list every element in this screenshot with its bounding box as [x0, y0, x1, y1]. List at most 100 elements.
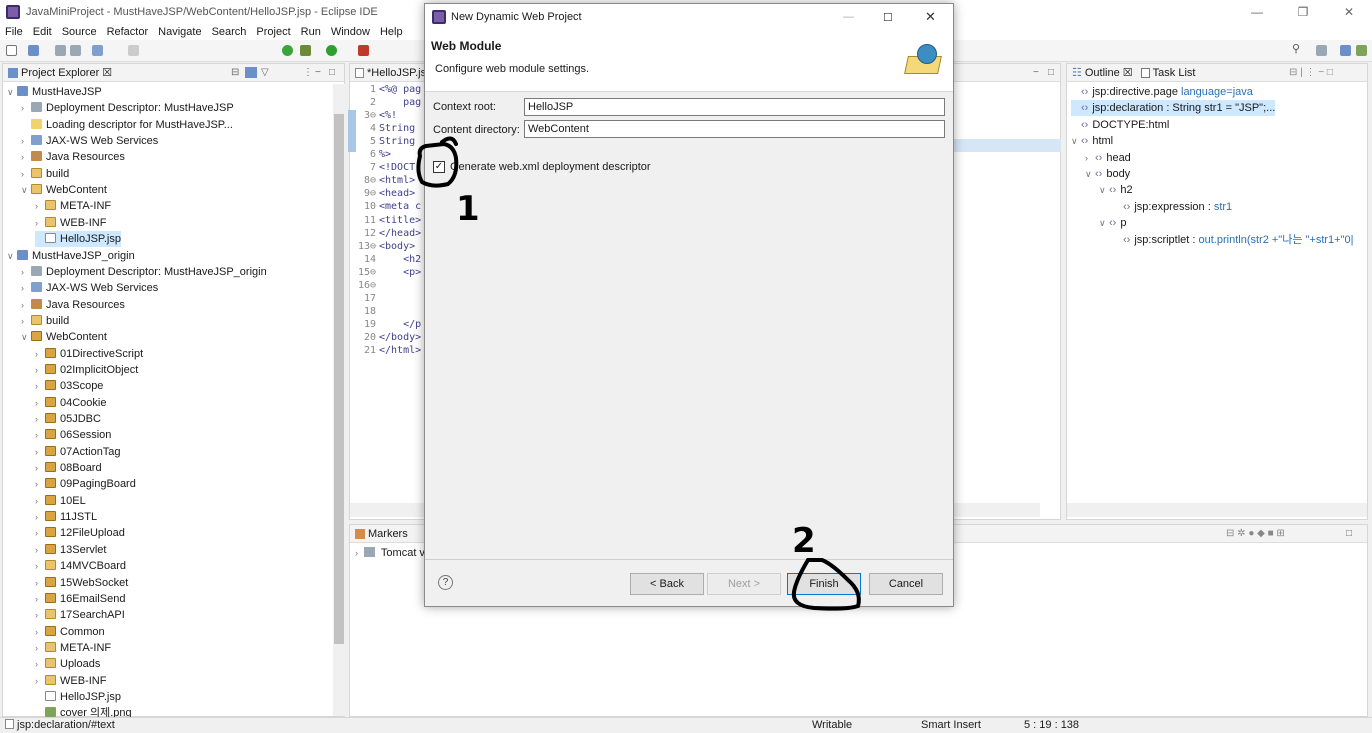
outline-chevron-icon[interactable]: ∨ — [1099, 215, 1109, 231]
menu-search[interactable]: Search — [207, 26, 252, 38]
collapsed-chevron-icon[interactable]: › — [21, 100, 31, 116]
code-line[interactable]: <p> — [379, 267, 421, 278]
collapsed-chevron-icon[interactable]: › — [35, 460, 45, 476]
collapsed-chevron-icon[interactable]: › — [35, 444, 45, 460]
code-line[interactable]: </body> — [379, 332, 421, 343]
filter-icon[interactable]: ▽ — [261, 67, 269, 78]
markers-maximize-icon[interactable]: □ — [1346, 528, 1352, 539]
external-tools-icon[interactable] — [358, 45, 369, 56]
collapsed-chevron-icon[interactable]: › — [21, 166, 31, 182]
outline-item[interactable]: ‹› jsp:scriptlet : out.println(str2 +"나는 … — [1113, 232, 1353, 248]
view-menu-icon[interactable]: ⋮ — [303, 67, 313, 78]
collapsed-chevron-icon[interactable]: › — [35, 411, 45, 427]
servers-toolbar-icons[interactable]: ⊟ ✲ ● ◆ ■ ⊞ — [1226, 528, 1285, 539]
help-icon[interactable]: ? — [438, 575, 453, 590]
collapsed-chevron-icon[interactable]: › — [35, 509, 45, 525]
collapsed-chevron-icon[interactable]: › — [35, 542, 45, 558]
code-line[interactable]: <!DOCT — [379, 162, 415, 173]
editor-maximize-icon[interactable]: □ — [1048, 67, 1054, 78]
minimize-button[interactable]: — — [1234, 0, 1280, 24]
code-line[interactable]: <%@ pag — [379, 84, 421, 95]
explorer-item[interactable]: › 11JSTL — [35, 509, 97, 525]
outline-item[interactable]: ∨ ‹› body — [1085, 166, 1130, 182]
outline-item[interactable]: ‹› DOCTYPE:html — [1071, 117, 1169, 133]
outline-chevron-icon[interactable]: ∨ — [1071, 133, 1081, 149]
explorer-item[interactable]: › 12FileUpload — [35, 525, 125, 541]
java-ee-perspective-icon[interactable] — [1340, 45, 1351, 56]
collapsed-chevron-icon[interactable]: › — [35, 493, 45, 509]
collapsed-chevron-icon[interactable]: › — [35, 640, 45, 656]
explorer-item[interactable]: › 16EmailSend — [35, 591, 125, 607]
markers-tab[interactable]: Markers — [368, 528, 408, 540]
explorer-item[interactable]: HelloJSP.jsp — [35, 231, 121, 248]
project-explorer-title[interactable]: Project Explorer ☒ — [21, 66, 112, 79]
outline-item[interactable]: ‹› jsp:directive.page language=java — [1071, 84, 1253, 100]
collapsed-chevron-icon[interactable]: › — [21, 280, 31, 296]
outline-chevron-icon[interactable]: › — [1085, 150, 1095, 166]
collapsed-chevron-icon[interactable]: › — [35, 624, 45, 640]
menu-navigate[interactable]: Navigate — [153, 26, 206, 38]
terminal-icon[interactable] — [92, 45, 103, 56]
menu-file[interactable]: File — [0, 26, 28, 38]
dialog-close-button[interactable]: ✕ — [925, 9, 936, 25]
collapsed-chevron-icon[interactable]: › — [21, 313, 31, 329]
explorer-item[interactable]: › 13Servlet — [35, 542, 106, 558]
collapsed-chevron-icon[interactable]: › — [35, 198, 45, 214]
debug-icon[interactable] — [300, 45, 311, 56]
new-project-icon[interactable] — [28, 45, 39, 56]
outline-toolbar-icons[interactable]: ⊟ | ⋮ − □ — [1289, 67, 1333, 78]
back-button[interactable]: < Back — [630, 573, 704, 595]
code-line[interactable]: String — [379, 123, 415, 134]
collapsed-chevron-icon[interactable]: › — [21, 264, 31, 280]
outline-chevron-icon[interactable]: ∨ — [1085, 166, 1095, 182]
explorer-scroll-thumb[interactable] — [334, 114, 344, 644]
code-line[interactable]: </html> — [379, 345, 421, 356]
menu-refactor[interactable]: Refactor — [102, 26, 154, 38]
code-line[interactable]: </p — [379, 319, 421, 330]
explorer-item[interactable]: › 01DirectiveScript — [35, 346, 143, 362]
outline-item[interactable]: › ‹› head — [1085, 150, 1131, 166]
collapsed-chevron-icon[interactable]: › — [35, 656, 45, 672]
explorer-item[interactable]: › 05JDBC — [35, 411, 101, 427]
outline-chevron-icon[interactable]: ∨ — [1099, 182, 1109, 198]
save-all-icon[interactable] — [70, 45, 81, 56]
maximize-view-icon[interactable]: □ — [329, 67, 335, 78]
collapsed-chevron-icon[interactable]: › — [35, 427, 45, 443]
server-row[interactable]: › Tomcat v — [355, 545, 425, 561]
explorer-item[interactable]: › 08Board — [35, 460, 102, 476]
explorer-item[interactable]: › 06Session — [35, 427, 111, 443]
collapsed-chevron-icon[interactable]: › — [35, 215, 45, 231]
explorer-item[interactable]: › Java Resources — [21, 149, 125, 165]
explorer-item[interactable]: › 02ImplicitObject — [35, 362, 138, 378]
explorer-item[interactable]: ∨ WebContent — [21, 182, 107, 198]
link-with-editor-icon[interactable] — [245, 67, 257, 78]
code-line[interactable]: <h2 — [379, 254, 421, 265]
explorer-item[interactable]: › build — [21, 313, 69, 329]
code-line[interactable]: <body> — [379, 241, 415, 252]
expanded-chevron-icon[interactable]: ∨ — [21, 182, 31, 198]
skip-breakpoints-icon[interactable] — [128, 45, 139, 56]
open-perspective-icon[interactable] — [1316, 45, 1327, 56]
explorer-item[interactable]: › 03Scope — [35, 378, 103, 394]
code-line[interactable]: <head> — [379, 188, 415, 199]
collapsed-chevron-icon[interactable]: › — [21, 133, 31, 149]
collapsed-chevron-icon[interactable]: › — [35, 378, 45, 394]
outline-horizontal-scrollbar[interactable] — [1067, 503, 1367, 517]
explorer-item[interactable]: › WEB-INF — [35, 673, 106, 689]
outline-item[interactable]: ‹› jsp:declaration : String str1 = "JSP";… — [1071, 100, 1276, 117]
explorer-item[interactable]: › build — [21, 166, 69, 182]
task-list-tab[interactable]: Task List — [1153, 67, 1196, 79]
explorer-item[interactable]: › WEB-INF — [35, 215, 106, 231]
collapsed-chevron-icon[interactable]: › — [35, 575, 45, 591]
explorer-item[interactable]: ∨ MustHaveJSP — [7, 84, 102, 100]
outline-item[interactable]: ∨ ‹› h2 — [1099, 182, 1133, 198]
explorer-item[interactable]: ∨ WebContent — [21, 329, 107, 345]
collapsed-chevron-icon[interactable]: › — [21, 297, 31, 313]
run-icon[interactable] — [326, 45, 337, 56]
minimize-view-icon[interactable]: − — [315, 67, 321, 78]
editor-tab[interactable]: *HelloJSP.jsp — [367, 67, 432, 79]
code-line[interactable]: <%! — [379, 110, 397, 121]
collapsed-chevron-icon[interactable]: › — [35, 476, 45, 492]
collapsed-chevron-icon[interactable]: › — [35, 558, 45, 574]
explorer-item[interactable]: › JAX-WS Web Services — [21, 133, 158, 149]
